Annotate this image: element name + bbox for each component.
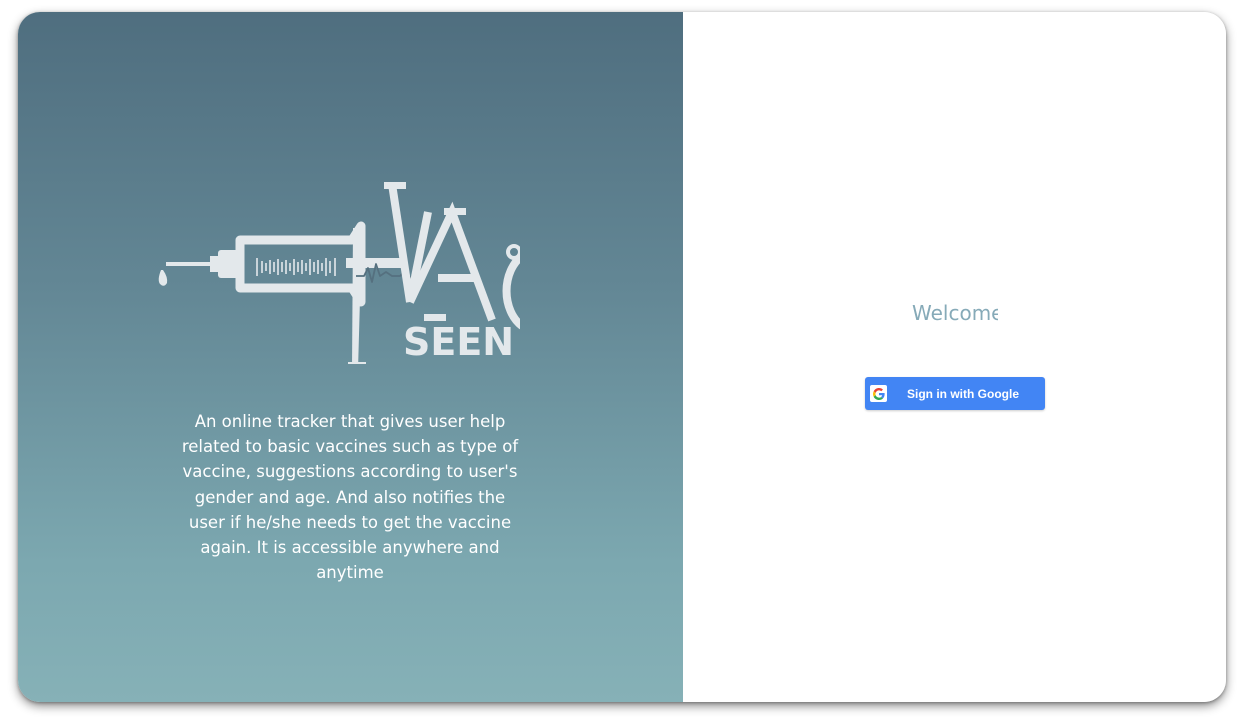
brand-panel: SEEN An online tracker that gives user h…: [18, 12, 683, 702]
welcome-heading: Welcome: [912, 301, 998, 325]
logo-subword: SEEN: [403, 320, 515, 364]
google-sign-in-button[interactable]: Sign in with Google: [865, 377, 1045, 410]
app-description: An online tracker that gives user help r…: [181, 412, 519, 583]
google-sign-in-label: Sign in with Google: [907, 386, 1019, 401]
login-card: SEEN An online tracker that gives user h…: [18, 12, 1226, 702]
sign-in-panel: Welcome Sign in with Google: [683, 12, 1226, 702]
google-g-icon: [870, 385, 887, 402]
